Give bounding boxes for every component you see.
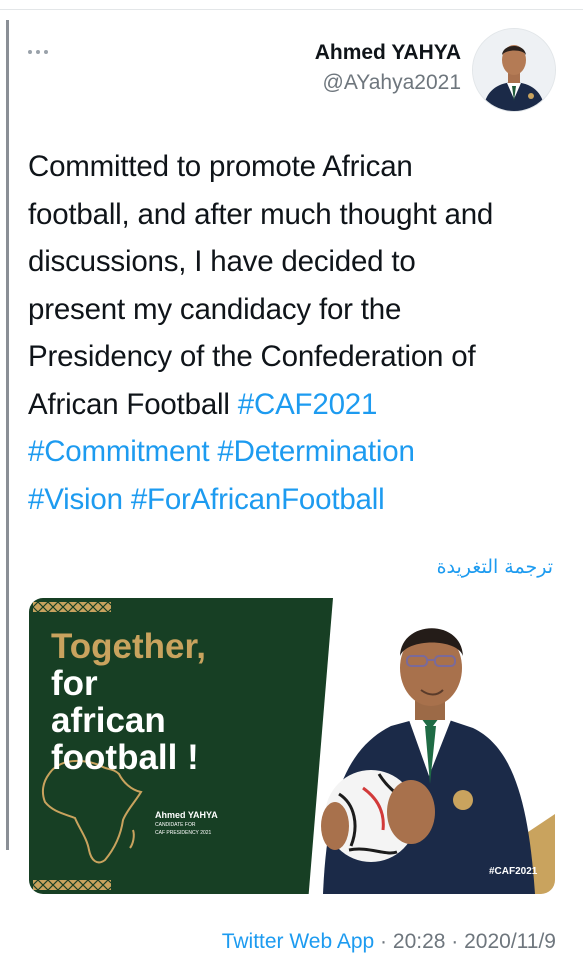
- headline-line: for: [51, 664, 98, 703]
- tweet-date[interactable]: 2020/11/9: [464, 930, 556, 953]
- tweet-line: #Vision #ForAfricanFootball: [28, 476, 568, 524]
- hashtag-link[interactable]: #Commitment: [28, 435, 210, 468]
- author-info[interactable]: Ahmed YAHYA @AYahya2021: [315, 40, 461, 98]
- avatar-portrait-icon: [473, 29, 555, 111]
- headline-gold: Together,: [51, 627, 206, 666]
- tweet-line: African Football #CAF2021: [28, 381, 568, 429]
- headline-line: football !: [51, 738, 199, 777]
- tweet-text: Committed to promote African football, a…: [28, 143, 568, 523]
- candidate-name: Ahmed YAHYA: [155, 810, 218, 820]
- top-divider: [0, 9, 583, 10]
- candidate-caption: Ahmed YAHYA CANDIDATE FOR CAF PRESIDENCY…: [155, 810, 218, 836]
- tweet-line: Committed to promote African: [28, 150, 413, 183]
- thread-line: [6, 20, 9, 850]
- tweet-media-image[interactable]: Together, for african football ! Ahmed Y…: [29, 598, 555, 894]
- hashtag-link[interactable]: #ForAfricanFootball: [131, 483, 385, 516]
- tweet-line: football, and after much thought and: [28, 197, 494, 231]
- hashtag-link[interactable]: #Vision: [28, 483, 123, 516]
- meta-separator: ·: [445, 930, 465, 953]
- headline-line: african: [51, 701, 166, 740]
- meta-separator: ·: [374, 930, 393, 953]
- source-app-link[interactable]: Twitter Web App: [222, 930, 375, 953]
- author-handle[interactable]: @AYahya2021: [315, 68, 461, 98]
- pattern-border-icon: [33, 602, 111, 612]
- avatar[interactable]: [472, 28, 556, 112]
- banner-headline: Together, for african football !: [51, 628, 206, 776]
- hashtag-link[interactable]: #CAF2021: [238, 388, 378, 421]
- tweet-line-text: African Football: [28, 387, 238, 421]
- tweet-time[interactable]: 20:28: [393, 930, 446, 953]
- hashtag-link[interactable]: #Determination: [217, 435, 414, 468]
- author-name[interactable]: Ahmed YAHYA: [315, 40, 461, 66]
- candidate-subtitle: CAF PRESIDENCY 2021: [155, 830, 212, 836]
- tweet-line: discussions, I have decided to: [28, 245, 416, 278]
- pattern-border-icon: [33, 880, 111, 890]
- translate-tweet-link[interactable]: ترجمة التغريدة: [437, 556, 553, 578]
- more-options-icon[interactable]: [28, 44, 52, 60]
- tweet-line: present my candidacy for the: [28, 292, 402, 326]
- tweet-line: #Commitment #Determination: [28, 428, 568, 476]
- campaign-hashtag-badge: #CAF2021: [489, 866, 538, 877]
- candidate-subtitle: CANDIDATE FOR: [155, 822, 196, 828]
- tweet-metadata: Twitter Web App · 20:28 · 2020/11/9: [222, 930, 556, 954]
- tweet-line: Presidency of the Confederation of: [28, 340, 476, 373]
- candidate-photo: [321, 628, 555, 894]
